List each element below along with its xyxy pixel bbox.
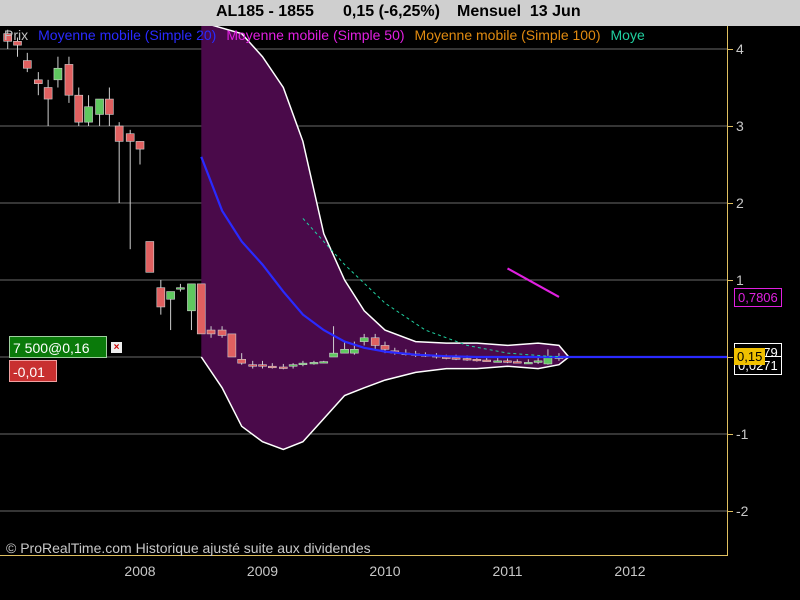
candle-body-33 (340, 348, 349, 354)
order-label[interactable]: 7 500@0,16 (9, 336, 107, 358)
legend-item-4: Moye (610, 27, 645, 43)
candle-body-51 (524, 362, 533, 365)
candle-body-44 (451, 357, 461, 360)
candle-body-26 (267, 365, 277, 369)
y-tick-mark (728, 434, 733, 435)
series-line-1 (506, 267, 560, 298)
candle-body-48 (493, 360, 503, 363)
x-tick-label: 2009 (246, 563, 279, 579)
candle-body-25 (258, 364, 267, 367)
candle-body-32 (329, 352, 338, 358)
candle-body-45 (462, 358, 472, 361)
y-tick-mark (728, 357, 733, 358)
candle-body-28 (288, 364, 298, 367)
y-tick-label: 4 (736, 41, 744, 57)
x-tick-label: 2011 (492, 563, 523, 579)
candle-body-50 (512, 361, 522, 364)
candle-body-2 (22, 60, 32, 69)
legend-item-0: Prix (4, 27, 29, 43)
candle-body-15 (156, 287, 166, 308)
candle-body-12 (125, 133, 135, 142)
candle-body-37 (380, 345, 390, 350)
candle-body-24 (248, 364, 257, 367)
chart-svg (0, 26, 727, 512)
candle-body-16 (166, 291, 175, 300)
candle-body-29 (298, 362, 308, 366)
candle-body-34 (350, 348, 359, 354)
candle-body-7 (74, 94, 84, 123)
band-fill (201, 26, 569, 450)
candle-body-10 (105, 98, 114, 115)
y-tick-mark (728, 203, 733, 204)
candle-body-52 (533, 360, 543, 363)
x-tick-label: 2008 (124, 563, 156, 579)
y-tick-label: -1 (736, 426, 749, 442)
candle-body-19 (196, 283, 206, 335)
y-tick-mark (728, 49, 733, 50)
candle-body-13 (135, 141, 145, 150)
candle-body-31 (319, 361, 329, 364)
candle-body-36 (370, 337, 380, 346)
candle-body-49 (503, 360, 512, 363)
candle-body-23 (237, 359, 246, 364)
y-tick-label: 1 (736, 272, 744, 288)
y-tick-label: -2 (736, 503, 749, 519)
candle-body-9 (95, 98, 104, 115)
legend-item-2: Moyenne mobile (Simple 50) (226, 27, 405, 43)
candle-body-47 (482, 359, 491, 362)
candle-body-21 (217, 329, 227, 336)
ma-value-badge: 0,7806 (734, 287, 782, 307)
candle-body-14 (145, 241, 155, 273)
symbol-title: AL185 - 1855 (216, 3, 314, 20)
y-tick-label: 2 (736, 195, 744, 211)
legend-item-1: Moyenne mobile (Simple 20) (38, 27, 217, 43)
period-label: Mensuel 13 Jun (457, 3, 581, 20)
candle-body-3 (34, 79, 43, 84)
candle-body-17 (176, 287, 185, 290)
y-tick-mark (728, 511, 733, 512)
legend-item-3: Moyenne mobile (Simple 100) (414, 27, 601, 43)
candle-body-6 (64, 64, 74, 96)
order-close-icon[interactable]: × (111, 342, 122, 353)
x-axis[interactable]: 2008 2009 2010 2011 2012 (0, 556, 728, 600)
x-tick-label: 2010 (369, 563, 401, 579)
x-tick-label: 2012 (614, 563, 646, 579)
y-tick-mark (728, 126, 733, 127)
candle-body-27 (279, 366, 288, 369)
candle-body-4 (43, 87, 53, 100)
candle-body-8 (84, 106, 93, 123)
candle-body-46 (472, 359, 482, 362)
candle-body-35 (359, 337, 369, 342)
candle-body-30 (309, 362, 319, 365)
candle-body-5 (53, 67, 63, 81)
chart-header: AL185 - 1855 0,15 (-6,25%) Mensuel 13 Ju… (0, 0, 800, 26)
pnl-badge: -0,01 (9, 360, 57, 382)
price-change: 0,15 (-6,25%) (343, 3, 440, 20)
candle-body-20 (206, 329, 216, 335)
candle-body-11 (114, 125, 124, 142)
y-tick-mark (728, 280, 733, 281)
copyright-notice: © ProRealTime.com Historique ajusté suit… (6, 540, 371, 556)
candle-body-22 (227, 333, 237, 358)
y-tick-label: 3 (736, 118, 744, 134)
candle-body-18 (187, 283, 196, 312)
legend: Prix Moyenne mobile (Simple 20) Moyenne mo… (4, 27, 655, 43)
y-axis[interactable]: 43210-1-20,78060,24790,02710,15 (728, 26, 800, 600)
price-plot[interactable] (0, 26, 728, 556)
last-price-badge: 0,15 (734, 348, 766, 365)
